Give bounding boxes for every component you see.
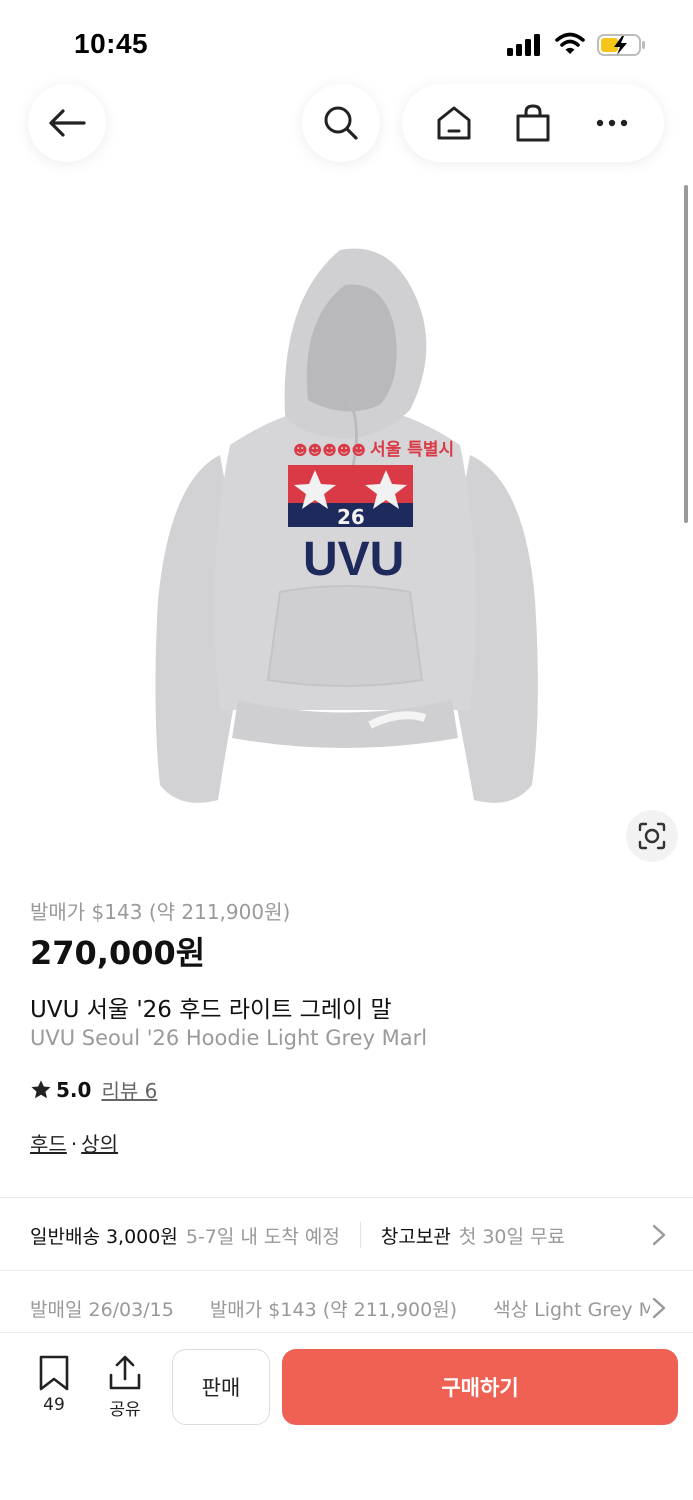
product-title-korean: UVU 서울 '26 후드 라이트 그레이 말 bbox=[30, 997, 392, 1023]
svg-text:26: 26 bbox=[337, 505, 365, 529]
storage-label: 창고보관 bbox=[380, 1225, 451, 1248]
star-icon bbox=[31, 1079, 51, 1098]
home-button[interactable] bbox=[430, 99, 478, 147]
nav-pill bbox=[402, 84, 664, 162]
release-date: 발매일 26/03/15 bbox=[30, 1298, 174, 1321]
bookmark-button[interactable]: 49 bbox=[36, 1355, 72, 1415]
bag-button[interactable] bbox=[509, 99, 557, 147]
category-link-hoodie[interactable]: 후드 bbox=[30, 1132, 67, 1156]
battery-charging-icon bbox=[597, 34, 645, 56]
search-button[interactable] bbox=[302, 84, 380, 162]
release-price-text: 발매가 $143 (약 211,900원) bbox=[30, 900, 291, 924]
rating-row: 5.0 리뷰 6 bbox=[30, 1075, 157, 1104]
scrollbar[interactable] bbox=[684, 185, 688, 523]
color-info: 색상 Light Grey Marl bbox=[493, 1298, 650, 1321]
more-button[interactable] bbox=[588, 99, 636, 147]
svg-text:UVU: UVU bbox=[303, 533, 404, 586]
share-label: 공유 bbox=[109, 1400, 141, 1420]
release-price-info: 발매가 $143 (약 211,900원) bbox=[209, 1298, 458, 1321]
vertical-divider bbox=[359, 1222, 361, 1248]
camera-lens-icon bbox=[638, 822, 666, 850]
chevron-right-icon[interactable] bbox=[651, 1224, 667, 1246]
category-link-top[interactable]: 상의 bbox=[81, 1132, 118, 1156]
bookmark-count: 49 bbox=[43, 1395, 65, 1415]
more-icon bbox=[597, 119, 628, 127]
search-icon bbox=[324, 106, 358, 140]
svg-text:☻☻☻☻☻: ☻☻☻☻☻ bbox=[293, 443, 366, 459]
buy-button[interactable]: 구매하기 bbox=[282, 1349, 678, 1425]
rating-score: 5.0 bbox=[56, 1077, 92, 1102]
wifi-icon bbox=[555, 32, 585, 54]
svg-text:서울 특별시: 서울 특별시 bbox=[370, 440, 454, 460]
bottom-action-bar: 49 공유 판매 구매하기 bbox=[0, 1332, 693, 1500]
review-link[interactable]: 리뷰 6 bbox=[101, 1075, 157, 1104]
release-info-row[interactable]: 발매일 26/03/15 발매가 $143 (약 211,900원) 색상 Li… bbox=[30, 1293, 650, 1323]
status-time: 10:45 bbox=[74, 28, 149, 59]
product-image[interactable]: ☻☻☻☻☻ 서울 특별시 26 UVU bbox=[140, 240, 550, 820]
chevron-right-icon[interactable] bbox=[651, 1297, 667, 1319]
category-separator: · bbox=[70, 1132, 78, 1156]
product-price: 270,000원 bbox=[30, 934, 206, 972]
divider bbox=[0, 1197, 693, 1198]
home-icon bbox=[437, 106, 471, 140]
status-bar: 10:45 bbox=[0, 0, 693, 90]
product-title-english: UVU Seoul '26 Hoodie Light Grey Marl bbox=[30, 1026, 428, 1050]
storage-note: 첫 30일 무료 bbox=[458, 1225, 565, 1248]
shipping-eta: 5-7일 내 도착 예정 bbox=[185, 1225, 340, 1248]
back-button[interactable] bbox=[28, 84, 106, 162]
sell-button[interactable]: 판매 bbox=[172, 1349, 270, 1425]
cellular-signal-icon bbox=[507, 34, 540, 56]
visual-search-button[interactable] bbox=[626, 810, 678, 862]
shopping-bag-icon bbox=[516, 104, 550, 142]
divider bbox=[0, 1270, 693, 1271]
shipping-row[interactable]: 일반배송 3,000원 5-7일 내 도착 예정 창고보관 첫 30일 무료 bbox=[30, 1220, 680, 1250]
back-arrow-icon bbox=[49, 109, 86, 137]
shipping-method: 일반배송 3,000원 bbox=[30, 1225, 178, 1248]
share-button[interactable]: 공유 bbox=[104, 1355, 146, 1420]
bookmark-icon bbox=[39, 1355, 69, 1391]
category-breadcrumb: 후드 · 상의 bbox=[30, 1128, 118, 1157]
share-icon bbox=[109, 1355, 141, 1390]
